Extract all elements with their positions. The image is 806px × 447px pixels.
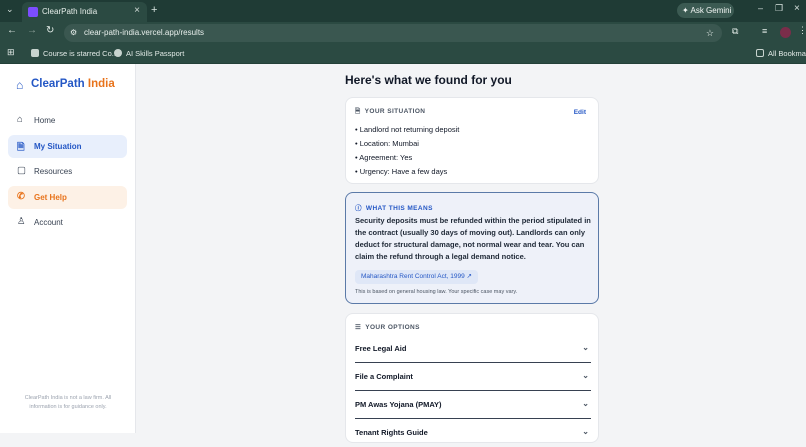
brand-primary: ClearPath bbox=[31, 78, 85, 90]
legal-disclaimer: ClearPath India is not a law firm. All i… bbox=[24, 395, 112, 410]
sidebar-item-label: Get Help bbox=[34, 193, 67, 202]
info-icon: ⓘ bbox=[355, 205, 362, 212]
sidebar: ⌂ ClearPath India ⌂ Home 🗎 My Situation … bbox=[0, 64, 136, 433]
user-icon: ♙ bbox=[17, 216, 26, 227]
meaning-body: Security deposits must be refunded withi… bbox=[355, 216, 591, 261]
favicon-icon bbox=[28, 7, 38, 17]
meaning-note: This is based on general housing law. Yo… bbox=[355, 289, 518, 295]
situation-heading: 🗎 YOUR SITUATION bbox=[355, 108, 426, 115]
list-icon: ☰ bbox=[355, 324, 362, 331]
sparkle-icon: ✦ bbox=[682, 6, 689, 15]
sidebar-item-resources[interactable]: ▢ Resources bbox=[8, 160, 127, 183]
option-label: Free Legal Aid bbox=[355, 344, 407, 353]
chevron-down-icon: ⌄ bbox=[582, 371, 589, 380]
site-info-icon[interactable]: ⚙ bbox=[70, 24, 77, 42]
sidebar-item-account[interactable]: ♙ Account bbox=[8, 211, 127, 234]
option-accordion-tenant-rights[interactable]: Tenant Rights Guide ⌄ bbox=[355, 419, 591, 447]
brand-logo[interactable]: ⌂ ClearPath India bbox=[16, 78, 115, 92]
chevron-down-icon: ⌄ bbox=[582, 343, 589, 352]
new-tab-button[interactable]: + bbox=[151, 4, 157, 16]
globe-icon bbox=[114, 49, 122, 57]
sidebar-item-home[interactable]: ⌂ Home bbox=[8, 109, 127, 132]
option-accordion-file-complaint[interactable]: File a Complaint ⌄ bbox=[355, 363, 591, 391]
browser-tab[interactable]: ClearPath India × bbox=[22, 2, 147, 22]
book-icon: ▢ bbox=[17, 165, 26, 176]
address-bar[interactable]: ⚙ clear-path-india.vercel.app/results ☆ bbox=[64, 24, 722, 42]
restore-icon[interactable]: ❐ bbox=[775, 3, 783, 14]
options-heading: ☰ YOUR OPTIONS bbox=[355, 324, 420, 331]
bookmark-favicon-icon bbox=[31, 49, 39, 57]
minimize-icon[interactable]: – bbox=[758, 3, 763, 13]
phone-icon: ✆ bbox=[17, 191, 25, 202]
sidebar-item-get-help[interactable]: ✆ Get Help bbox=[8, 186, 127, 209]
ask-gemini-button[interactable]: ✦ Ask Gemini bbox=[677, 3, 734, 18]
folder-icon bbox=[756, 49, 764, 57]
bookmark-item[interactable]: Course is starred Co... bbox=[31, 49, 118, 58]
chevron-down-icon: ⌄ bbox=[582, 427, 589, 436]
option-accordion-pmay[interactable]: PM Awas Yojana (PMAY) ⌄ bbox=[355, 391, 591, 419]
law-reference-link[interactable]: Maharashtra Rent Control Act, 1999 ↗ bbox=[355, 270, 478, 284]
extensions-icon[interactable]: ⧉ bbox=[732, 26, 738, 37]
meaning-heading: ⓘ WHAT THIS MEANS bbox=[355, 205, 433, 212]
home-logo-icon: ⌂ bbox=[16, 78, 24, 92]
apps-icon[interactable]: ⊞ bbox=[7, 47, 15, 58]
tab-title: ClearPath India bbox=[42, 7, 98, 16]
situation-line: • Location: Mumbai bbox=[355, 139, 419, 148]
reload-icon[interactable]: ↻ bbox=[46, 25, 54, 36]
menu-icon[interactable]: ⋮ bbox=[798, 25, 806, 36]
browser-toolbar: ← → ↻ ⚙ clear-path-india.vercel.app/resu… bbox=[0, 22, 806, 44]
document-icon: 🗎 bbox=[17, 142, 25, 153]
home-icon: ⌂ bbox=[17, 114, 23, 125]
bookmark-star-icon[interactable]: ☆ bbox=[706, 24, 714, 42]
sidebar-item-label: Resources bbox=[34, 167, 73, 176]
document-icon: 🗎 bbox=[355, 108, 361, 115]
option-label: PM Awas Yojana (PMAY) bbox=[355, 400, 442, 409]
situation-line: • Urgency: Have a few days bbox=[355, 167, 448, 176]
situation-line: • Landlord not returning deposit bbox=[355, 125, 460, 134]
sidebar-item-label: Home bbox=[34, 116, 56, 125]
close-tab-icon[interactable]: × bbox=[134, 5, 140, 16]
edit-button[interactable]: Edit bbox=[574, 109, 586, 116]
browser-tab-bar: ⌄ ClearPath India × + ✦ Ask Gemini – ❐ × bbox=[0, 0, 806, 22]
sidebar-item-my-situation[interactable]: 🗎 My Situation bbox=[8, 135, 127, 158]
forward-icon[interactable]: → bbox=[27, 25, 37, 36]
brand-accent: India bbox=[87, 78, 115, 90]
url-text: clear-path-india.vercel.app/results bbox=[84, 28, 205, 37]
chevron-down-icon: ⌄ bbox=[582, 399, 589, 408]
all-bookmarks-button[interactable]: All Bookmarks bbox=[756, 49, 806, 58]
profile-avatar[interactable] bbox=[780, 27, 791, 38]
situation-line: • Agreement: Yes bbox=[355, 153, 413, 162]
media-icon[interactable]: ≡ bbox=[762, 26, 767, 36]
main-content: Here's what we found for you 🗎 YOUR SITUA… bbox=[136, 64, 806, 443]
bookmark-item[interactable]: AI Skills Passport bbox=[114, 49, 184, 58]
ask-gemini-label: Ask Gemini bbox=[690, 6, 732, 15]
bookmarks-bar: ⊞ Course is starred Co... AI Skills Pass… bbox=[0, 44, 806, 64]
close-window-icon[interactable]: × bbox=[794, 3, 800, 14]
back-icon[interactable]: ← bbox=[7, 25, 17, 36]
option-label: File a Complaint bbox=[355, 372, 413, 381]
tab-search-icon[interactable]: ⌄ bbox=[6, 4, 14, 15]
page-title: Here's what we found for you bbox=[345, 73, 512, 87]
sidebar-item-label: Account bbox=[34, 218, 63, 227]
external-link-icon: ↗ bbox=[466, 273, 472, 280]
options-card: ☰ YOUR OPTIONS Free Legal Aid ⌄ File a Co… bbox=[345, 313, 599, 443]
sidebar-item-label: My Situation bbox=[34, 142, 82, 151]
option-accordion-free-legal-aid[interactable]: Free Legal Aid ⌄ bbox=[355, 335, 591, 363]
meaning-card: ⓘ WHAT THIS MEANS Security deposits must … bbox=[345, 192, 599, 304]
situation-card: 🗎 YOUR SITUATION Edit • Landlord not retu… bbox=[345, 97, 599, 184]
